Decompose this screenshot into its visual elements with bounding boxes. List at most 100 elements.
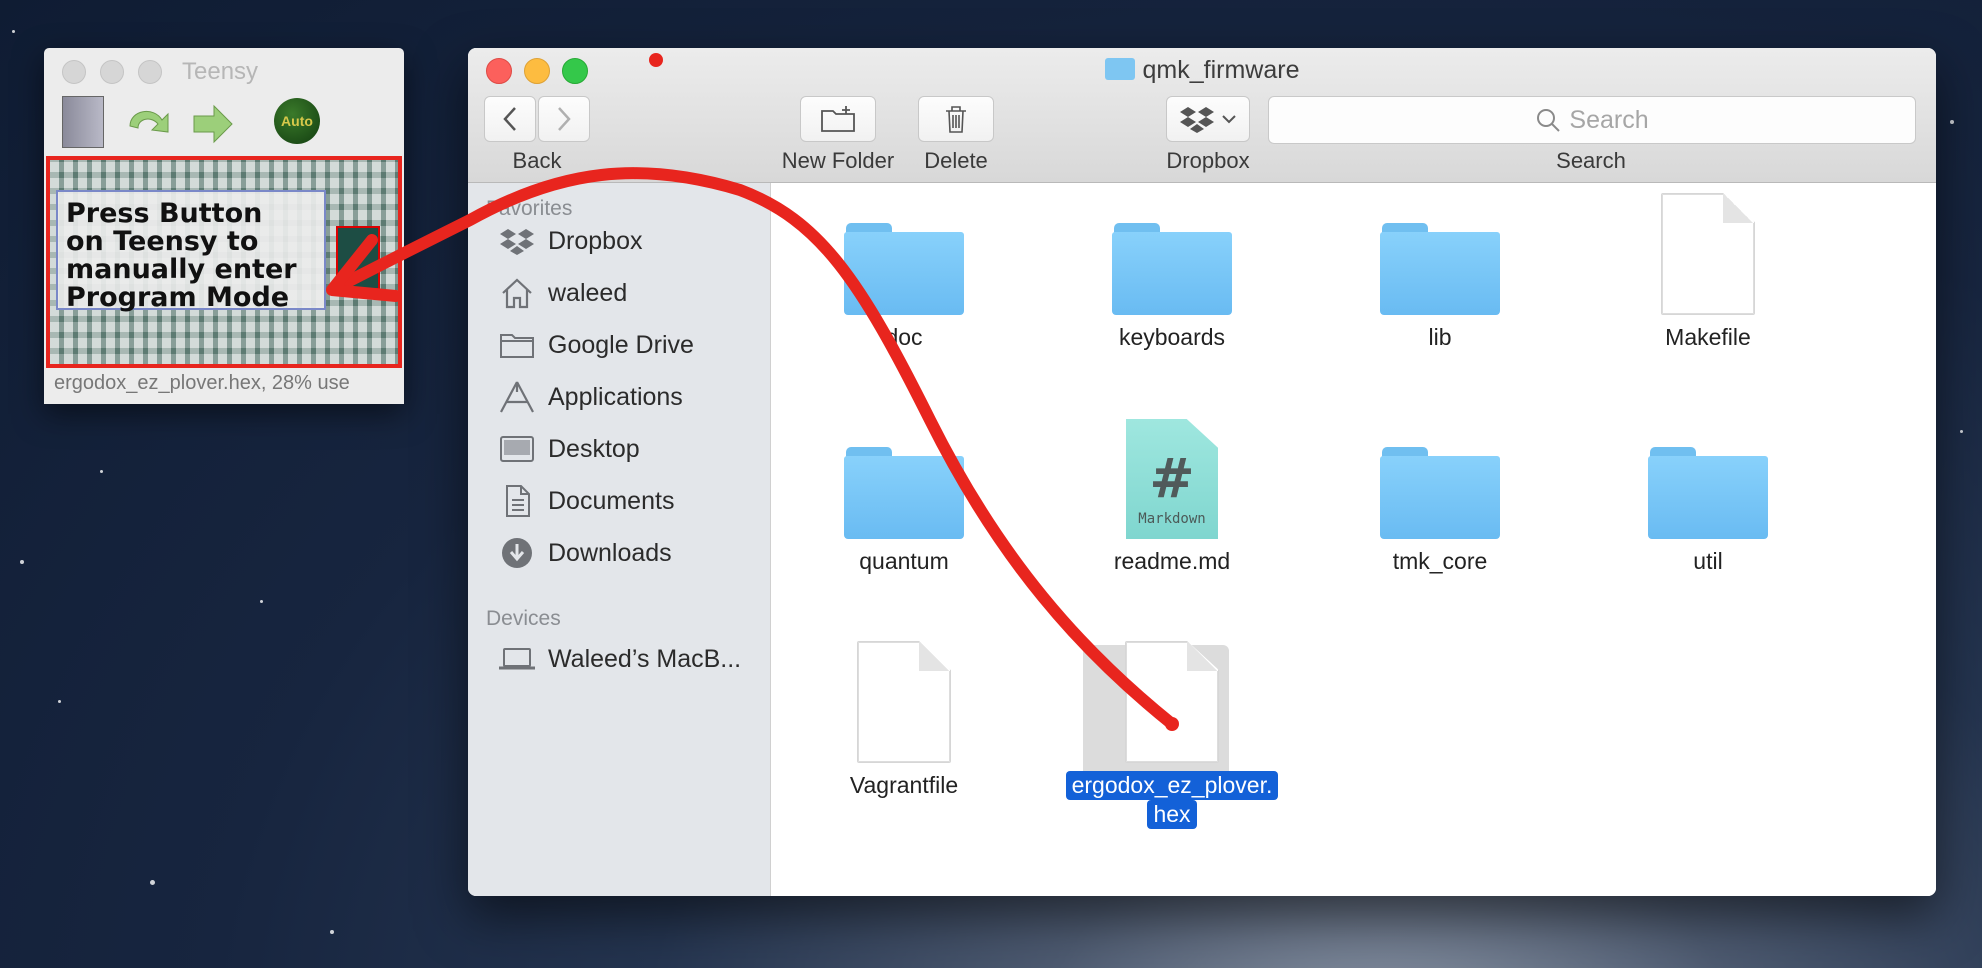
folder-icon <box>1112 223 1232 315</box>
document-icon <box>1125 641 1219 763</box>
teensy-toolbar: Auto <box>62 96 392 148</box>
auto-label: Auto <box>281 113 313 129</box>
auto-button[interactable]: Auto <box>274 98 320 144</box>
sidebar-item-label: Waleed’s MacB... <box>548 644 742 673</box>
file-item-tmk-core[interactable]: tmk_core <box>1330 407 1550 576</box>
chevron-left-icon <box>503 107 516 131</box>
sidebar-item-dropbox[interactable]: Dropbox <box>498 221 643 261</box>
back-button[interactable] <box>484 96 536 142</box>
sidebar-item-label: waleed <box>548 278 628 307</box>
file-name: lib <box>1428 324 1452 350</box>
file-name-line2: hex <box>1147 800 1197 829</box>
file-item-readme[interactable]: # Markdown readme.md <box>1062 407 1282 576</box>
markdown-hash: # <box>1149 447 1195 510</box>
file-name: util <box>1693 548 1723 574</box>
search-placeholder: Search <box>1569 105 1649 134</box>
new-folder-label: New Folder <box>781 148 895 173</box>
sidebar-item-label: Downloads <box>548 538 672 567</box>
sidebar-item-google-drive[interactable]: Google Drive <box>498 325 694 365</box>
sidebar-item-label: Desktop <box>548 434 640 463</box>
folder-icon <box>1104 58 1135 80</box>
sidebar-item-macbook[interactable]: Waleed’s MacB... <box>498 639 741 679</box>
laptop-icon <box>498 642 536 676</box>
file-item-util[interactable]: util <box>1598 407 1818 576</box>
folder-icon <box>844 223 964 315</box>
file-item-lib[interactable]: lib <box>1330 183 1550 352</box>
arrow-right-icon <box>193 104 233 144</box>
reboot-button[interactable] <box>192 104 234 149</box>
delete-button[interactable] <box>918 96 994 142</box>
dropbox-icon <box>498 224 536 258</box>
dropbox-label: Dropbox <box>1166 148 1250 173</box>
folder-icon <box>1648 447 1768 539</box>
document-icon <box>1661 193 1755 315</box>
chevron-right-icon <box>558 107 571 131</box>
file-item-keyboards[interactable]: keyboards <box>1062 183 1282 352</box>
sidebar-item-documents[interactable]: Documents <box>498 481 674 521</box>
dropbox-icon <box>1180 107 1214 133</box>
zoom-button[interactable] <box>138 60 162 84</box>
search-field[interactable]: Search <box>1268 96 1916 144</box>
file-item-quantum[interactable]: quantum <box>794 407 1014 576</box>
markdown-label: Markdown <box>1138 511 1206 527</box>
file-name: Makefile <box>1665 324 1751 350</box>
file-item-ergodox-hex[interactable]: ergodox_ez_plover. hex <box>1046 631 1298 829</box>
folder-icon <box>1380 447 1500 539</box>
callout-text: Press Button on Teensy to manually enter… <box>66 198 297 313</box>
file-name-selected: ergodox_ez_plover. hex <box>1046 771 1298 829</box>
teensy-titlebar: Teensy <box>44 48 404 92</box>
file-grid: doc keyboards lib Makefile quantum # Mar… <box>771 183 1936 896</box>
program-button[interactable] <box>124 100 172 149</box>
document-icon <box>857 641 951 763</box>
minimize-button[interactable] <box>100 60 124 84</box>
trash-icon <box>946 106 966 133</box>
teensy-status: ergodox_ez_plover.hex, 28% use <box>54 372 350 394</box>
sidebar-item-waleed[interactable]: waleed <box>498 273 627 313</box>
finder-window: qmk_firmware Back New Folder Delete Drop… <box>468 48 1936 896</box>
file-name: doc <box>885 324 923 350</box>
file-item-doc[interactable]: doc <box>794 183 1014 352</box>
folder-icon <box>498 328 536 362</box>
teensy-title: Teensy <box>182 58 259 85</box>
forward-button[interactable] <box>538 96 590 142</box>
folder-icon <box>844 447 964 539</box>
search-label: Search <box>1556 148 1626 173</box>
documents-icon <box>498 484 536 518</box>
file-item-vagrantfile[interactable]: Vagrantfile <box>794 631 1014 800</box>
chevron-down-icon <box>1222 115 1236 124</box>
markdown-file-icon: # Markdown <box>1126 419 1218 539</box>
devices-header: Devices <box>486 607 561 630</box>
applications-icon <box>498 380 536 414</box>
program-icon <box>129 111 169 133</box>
sidebar-item-label: Documents <box>548 486 675 515</box>
downloads-icon <box>498 536 536 570</box>
delete-label: Delete <box>924 148 988 173</box>
file-name: quantum <box>859 548 949 574</box>
file-name: Vagrantfile <box>849 772 959 798</box>
file-name: tmk_core <box>1392 548 1488 574</box>
home-icon <box>498 276 536 310</box>
back-label: Back <box>512 148 562 173</box>
window-title-text: qmk_firmware <box>1142 56 1300 84</box>
sidebar-item-downloads[interactable]: Downloads <box>498 533 672 573</box>
teensy-board-panel: Press Button on Teensy to manually enter… <box>46 156 402 368</box>
folder-icon <box>1380 223 1500 315</box>
desktop-icon <box>498 432 536 466</box>
teensy-chip <box>336 226 380 290</box>
finder-toolbar: qmk_firmware Back New Folder Delete Drop… <box>468 48 1936 183</box>
file-name: readme.md <box>1113 548 1231 574</box>
file-name: keyboards <box>1118 324 1226 350</box>
teensy-window: Teensy Auto Press Button on Teensy to ma… <box>44 48 404 404</box>
open-hex-button[interactable] <box>62 96 104 148</box>
sidebar-item-label: Applications <box>548 382 683 411</box>
sidebar-item-label: Dropbox <box>548 226 643 255</box>
new-folder-button[interactable] <box>800 96 876 142</box>
sidebar-item-applications[interactable]: Applications <box>498 377 683 417</box>
file-name-line1: ergodox_ez_plover. <box>1065 771 1279 800</box>
file-item-makefile[interactable]: Makefile <box>1598 183 1818 352</box>
dropbox-button[interactable] <box>1166 96 1250 142</box>
close-button[interactable] <box>62 60 86 84</box>
sidebar-item-label: Google Drive <box>548 330 694 359</box>
window-title: qmk_firmware <box>468 56 1936 85</box>
sidebar-item-desktop[interactable]: Desktop <box>498 429 640 469</box>
